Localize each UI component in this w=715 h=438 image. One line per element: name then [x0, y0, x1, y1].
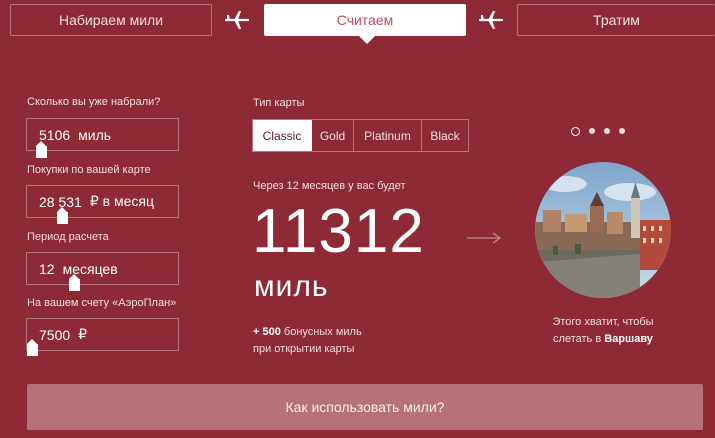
destination-note: Этого хватит, чтобы слетать в Варшаву [538, 314, 668, 348]
period-slider-handle[interactable] [69, 274, 80, 291]
airplane-icon [478, 11, 504, 29]
account-unit: ₽ [78, 326, 88, 342]
arrow-right-icon [467, 232, 502, 244]
card-option-black[interactable]: Black [422, 120, 468, 151]
airplane-icon [224, 11, 250, 29]
carousel-dot[interactable] [589, 128, 595, 134]
card-option-gold[interactable]: Gold [312, 120, 354, 151]
miles-slider-handle[interactable] [36, 141, 47, 158]
destination-city: Варшаву [604, 333, 653, 345]
miles-label: Сколько вы уже набрали? [27, 96, 161, 108]
card-option-classic[interactable]: Classic [253, 120, 312, 151]
period-field[interactable]: 12 месяцев [26, 252, 179, 285]
carousel-dot[interactable] [571, 126, 580, 136]
step-label: Считаем [336, 12, 394, 28]
purchases-slider-handle[interactable] [57, 207, 68, 224]
step-spend[interactable]: Тратим [517, 4, 715, 36]
step-earn-miles[interactable]: Набираем мили [10, 4, 212, 36]
carousel-dots [571, 126, 625, 136]
purchases-unit: ₽ в месяц [89, 193, 154, 209]
carousel-dot[interactable] [619, 128, 625, 134]
step-calculate[interactable]: Считаем [264, 4, 466, 44]
period-label: Период расчета [27, 231, 109, 243]
purchases-field[interactable]: 28 531 ₽ в месяц [26, 185, 179, 218]
result-label: Через 12 месяцев у вас будет [253, 180, 406, 192]
bonus-value: + 500 [253, 326, 281, 338]
carousel-dot[interactable] [604, 128, 610, 134]
bonus-note: + 500 бонусных миль при открытии карты [253, 324, 362, 358]
card-type-label: Тип карты [253, 97, 305, 109]
destination-line2: слетать в [553, 333, 602, 345]
period-value: 12 [39, 260, 55, 277]
steps-bar: Набираем мили Считаем Тратим [0, 0, 715, 46]
account-value: 7500 [39, 326, 71, 343]
miles-field[interactable]: 5106 миль [26, 118, 179, 151]
destination-city-image [535, 162, 671, 298]
card-option-platinum[interactable]: Platinum [354, 120, 422, 151]
result-miles-value: 11312 [252, 197, 425, 266]
account-label: На вашем счету «АэроПлан» [27, 297, 177, 309]
cta-label: Как использовать мили? [285, 399, 445, 415]
card-type-selector: Classic Gold Platinum Black [252, 119, 469, 152]
purchases-label: Покупки по вашей карте [27, 164, 151, 176]
how-to-use-miles-button[interactable]: Как использовать мили? [27, 384, 703, 430]
step-label: Набираем мили [58, 12, 164, 28]
account-slider-handle[interactable] [27, 339, 38, 356]
destination-line1: Этого хватит, чтобы [552, 316, 654, 328]
step-label: Тратим [593, 12, 640, 28]
bonus-text: бонусных миль [283, 326, 362, 338]
result-miles-unit: миль [254, 270, 329, 303]
miles-unit: миль [78, 126, 112, 143]
account-field[interactable]: 7500 ₽ [26, 318, 179, 351]
bonus-text-2: при открытии карты [253, 343, 355, 355]
